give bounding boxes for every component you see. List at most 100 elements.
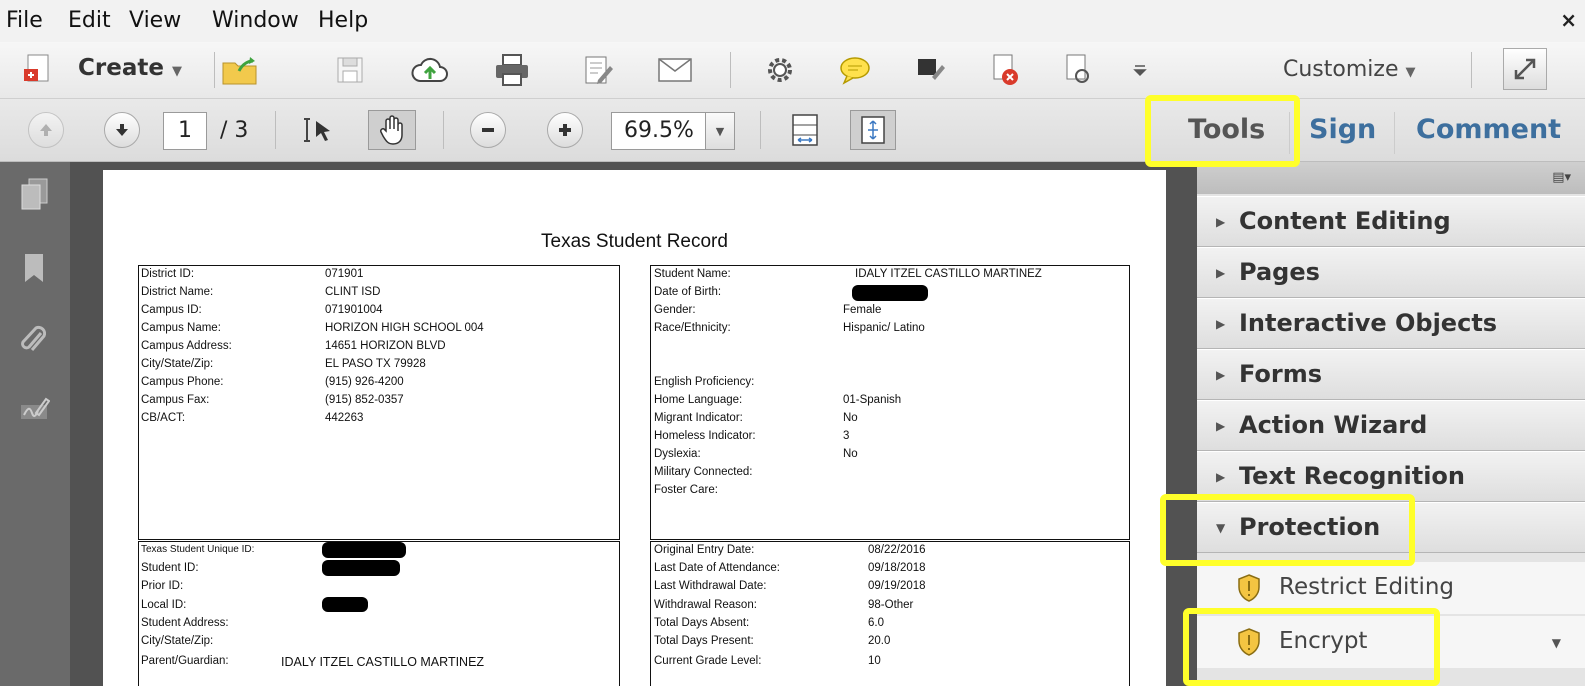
restrict-editing-item[interactable]: Restrict Editing: [1197, 562, 1585, 614]
field-value: 071901004: [325, 304, 383, 316]
field-value: 071901: [325, 268, 364, 280]
stamp-icon[interactable]: [910, 50, 950, 90]
create-button[interactable]: Create ▼: [78, 55, 182, 81]
field-label: Student ID:: [141, 562, 199, 574]
cloud-upload-icon[interactable]: [410, 50, 450, 90]
attach-icon[interactable]: [1058, 50, 1098, 90]
tab-sign[interactable]: Sign: [1309, 114, 1376, 145]
field-label: Migrant Indicator:: [654, 412, 743, 424]
field-label: Parent/Guardian:: [141, 655, 229, 667]
menu-window[interactable]: Window: [212, 8, 299, 33]
plus-icon: [559, 124, 571, 136]
document-viewer[interactable]: Texas Student Record District ID: 071901…: [70, 162, 1197, 686]
page-thumbnails-icon[interactable]: [16, 176, 52, 212]
panel-interactive-objects[interactable]: ▶ Interactive Objects: [1197, 298, 1585, 349]
highlight-encrypt-item: [1183, 608, 1440, 686]
redaction-mark: [322, 542, 406, 558]
settings-icon[interactable]: [760, 50, 800, 90]
save-icon[interactable]: [330, 50, 370, 90]
field-label: Original Entry Date:: [654, 544, 755, 556]
delete-pdf-icon[interactable]: [985, 50, 1025, 90]
tab-comment[interactable]: Comment: [1416, 114, 1561, 145]
field-label: Home Language:: [654, 394, 743, 406]
edit-document-icon[interactable]: [578, 50, 618, 90]
attachment-icon[interactable]: [16, 322, 52, 358]
field-label: Local ID:: [141, 599, 187, 611]
field-label: Homeless Indicator:: [654, 430, 756, 442]
field-value: Hispanic/ Latino: [843, 322, 925, 334]
signature-icon[interactable]: [16, 392, 52, 428]
field-label: District Name:: [141, 286, 214, 298]
panel-pages[interactable]: ▶ Pages: [1197, 247, 1585, 298]
field-label: Campus Name:: [141, 322, 221, 334]
fit-width-icon[interactable]: [785, 110, 825, 150]
field-value: CLINT ISD: [325, 286, 381, 298]
print-icon[interactable]: [492, 50, 532, 90]
zoom-dropdown-button[interactable]: ▼: [705, 112, 735, 150]
field-label: Foster Care:: [654, 484, 718, 496]
field-value: 01-Spanish: [843, 394, 902, 406]
previous-page-button[interactable]: [28, 112, 64, 148]
page-total: / 3: [220, 118, 249, 143]
hand-tool-icon[interactable]: [368, 110, 416, 150]
expand-arrow-icon: ▶: [1216, 266, 1226, 280]
highlight-tools-tab: [1145, 95, 1300, 167]
field-label: Total Days Absent:: [654, 617, 750, 629]
panel-label: Text Recognition: [1239, 462, 1466, 490]
field-label: City/State/Zip:: [141, 358, 214, 370]
menu-view[interactable]: View: [129, 8, 181, 33]
tab-divider: [1394, 112, 1395, 154]
email-icon[interactable]: [655, 50, 695, 90]
field-value: 6.0: [868, 617, 884, 629]
toolbar-divider: [1471, 52, 1472, 88]
redaction-mark: [322, 597, 368, 612]
field-label: Campus Fax:: [141, 394, 210, 406]
menu-bar: File Edit View Window Help ×: [0, 0, 1585, 42]
toolbar-divider: [730, 52, 731, 88]
menu-help[interactable]: Help: [318, 8, 368, 33]
shield-icon: [1238, 574, 1260, 602]
customize-button[interactable]: Customize ▼: [1283, 57, 1415, 82]
select-tool-icon[interactable]: [300, 110, 340, 150]
field-label: Last Withdrawal Date:: [654, 580, 767, 592]
panel-action-wizard[interactable]: ▶ Action Wizard: [1197, 400, 1585, 451]
field-label: English Proficiency:: [654, 376, 755, 388]
arrow-down-icon: [116, 124, 128, 136]
field-value: No: [843, 448, 858, 460]
next-page-button[interactable]: [104, 112, 140, 148]
field-value: 442263: [325, 412, 364, 424]
highlight-protection-panel: [1160, 494, 1415, 566]
close-icon[interactable]: ×: [1560, 8, 1577, 32]
field-label: Last Date of Attendance:: [654, 562, 780, 574]
chevron-down-icon: ▼: [171, 64, 182, 79]
open-folder-icon[interactable]: [220, 50, 260, 90]
navigation-pane: [0, 162, 70, 686]
comment-icon[interactable]: [835, 50, 875, 90]
chevron-down-icon[interactable]: ▼: [1552, 636, 1561, 650]
more-icon[interactable]: [1120, 50, 1160, 90]
panel-content-editing[interactable]: ▶ Content Editing: [1197, 196, 1585, 247]
field-label: Campus Address:: [141, 340, 232, 352]
menu-file[interactable]: File: [6, 8, 43, 33]
fit-page-icon[interactable]: [850, 110, 896, 150]
toolbar-divider: [214, 52, 215, 88]
page-number-input[interactable]: 1: [163, 112, 207, 150]
zoom-in-button[interactable]: [547, 112, 583, 148]
panel-label: Forms: [1239, 360, 1323, 388]
create-icon[interactable]: [18, 50, 58, 90]
zoom-out-button[interactable]: [470, 112, 506, 148]
panel-forms[interactable]: ▶ Forms: [1197, 349, 1585, 400]
bookmark-icon[interactable]: [16, 250, 52, 286]
field-label: City/State/Zip:: [141, 635, 214, 647]
expand-icon[interactable]: [1503, 48, 1547, 90]
toolbar-divider: [443, 111, 444, 149]
menu-edit[interactable]: Edit: [68, 8, 111, 33]
redaction-mark: [852, 285, 928, 301]
expand-arrow-icon: ▶: [1216, 470, 1226, 484]
zoom-input[interactable]: 69.5%: [611, 112, 706, 150]
field-label: Campus Phone:: [141, 376, 224, 388]
field-value: IDALY ITZEL CASTILLO MARTINEZ: [855, 268, 1042, 280]
field-label: Prior ID:: [141, 580, 184, 592]
pane-options-icon[interactable]: ▤▾: [1552, 170, 1571, 185]
field-value: (915) 926-4200: [325, 376, 404, 388]
